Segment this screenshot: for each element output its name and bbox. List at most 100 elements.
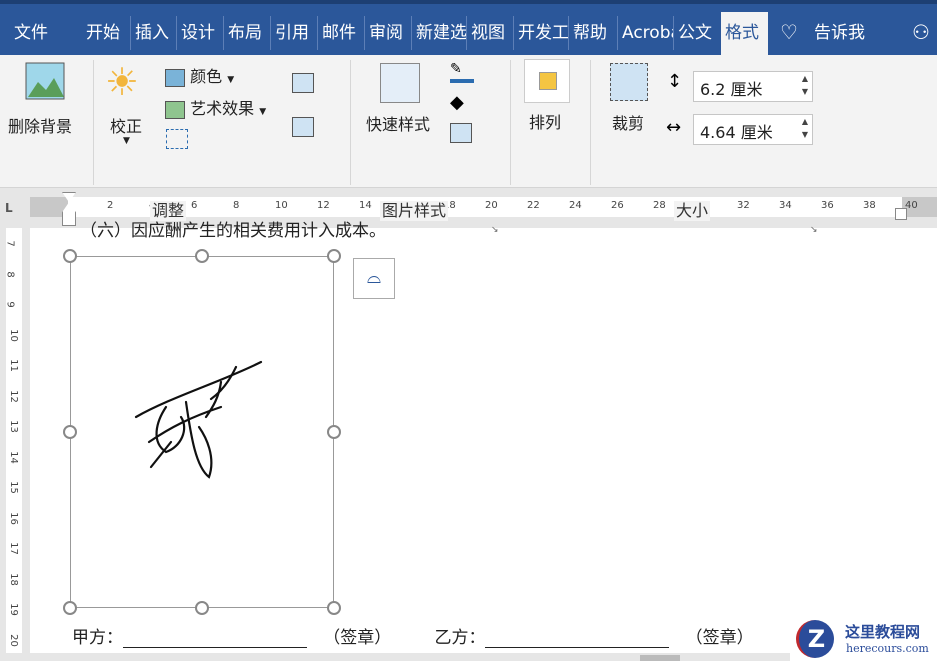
tab-file[interactable]: 文件 xyxy=(10,16,52,50)
picture-layout-icon[interactable] xyxy=(450,123,472,143)
vruler-tick-label: 11 xyxy=(7,359,19,372)
party-b-blank xyxy=(485,632,670,648)
shape-width-input[interactable]: 4.64 厘米 ▲ ▼ xyxy=(693,114,813,145)
ruler-tick-label: 2 xyxy=(107,200,114,211)
artistic-effects-button[interactable]: 艺术效果 ▼ xyxy=(165,95,266,119)
ribbon-tabs: 文件 开始 插入 设计 布局 引用 邮件 审阅 新建选 视图 开发工 帮助 Ac… xyxy=(0,0,937,59)
tab-home[interactable]: 开始 xyxy=(82,16,124,50)
vruler-tick-label: 16 xyxy=(7,511,19,525)
size-dialog-launcher-icon[interactable]: ↘ xyxy=(810,225,818,235)
change-picture-icon[interactable] xyxy=(292,73,314,93)
signature-picture[interactable] xyxy=(63,249,341,615)
picture-effects-icon[interactable]: ◆ xyxy=(450,93,464,113)
remove-background-icon xyxy=(25,62,65,100)
vruler-tick-label: 12 xyxy=(7,389,19,403)
group-size-label: 大小 xyxy=(674,201,711,221)
group-picture-styles-label: 图片样式 xyxy=(380,201,449,221)
tab-selector-icon[interactable]: L xyxy=(5,201,13,215)
ruler-tick-label: 32 xyxy=(737,200,750,211)
vruler-tick-label: 20 xyxy=(7,633,19,647)
ruler-tick-label: 36 xyxy=(821,200,834,211)
resize-handle-bottom-right[interactable] xyxy=(327,601,341,615)
resize-handle-left[interactable] xyxy=(63,425,77,439)
remove-background-button[interactable]: 删除背景 xyxy=(4,60,84,136)
lightbulb-icon: ♡ xyxy=(780,20,798,44)
vruler-tick-label: 15 xyxy=(7,481,19,494)
tab-insert[interactable]: 插入 xyxy=(130,16,173,50)
watermark-logo-icon: Z xyxy=(796,620,834,658)
right-indent-marker[interactable] xyxy=(895,208,907,220)
watermark: Z 这里教程网 herecours.com xyxy=(790,618,937,661)
tell-me[interactable]: 告诉我 xyxy=(810,16,869,50)
color-icon xyxy=(165,68,185,87)
vruler-tick-label: 10 xyxy=(7,328,19,342)
tab-mailings[interactable]: 邮件 xyxy=(317,16,360,50)
vruler-tick-label: 19 xyxy=(7,603,19,616)
quick-styles-button[interactable]: 快速样式 xyxy=(366,63,441,135)
vruler-tick-label: 14 xyxy=(7,450,19,464)
shape-width-icon: ↔ xyxy=(666,117,682,138)
resize-handle-bottom[interactable] xyxy=(195,601,209,615)
crop-icon xyxy=(610,63,648,101)
ruler-tick-label: 10 xyxy=(275,200,288,211)
vruler-tick-label: 9 xyxy=(4,301,16,308)
artistic-effects-icon xyxy=(165,100,185,119)
tab-review[interactable]: 审阅 xyxy=(364,16,407,50)
tab-developer[interactable]: 开发工 xyxy=(513,16,568,50)
layout-options-button[interactable]: ⌓ xyxy=(353,258,395,299)
ruler-tick-label: 14 xyxy=(359,200,372,211)
resize-handle-top[interactable] xyxy=(195,249,209,263)
ruler-tick-label: 20 xyxy=(485,200,498,211)
vruler-tick-label: 18 xyxy=(7,572,19,586)
clipped-text-line: （六）因应酬产生的相关费用计入成本。 xyxy=(80,221,386,241)
resize-handle-right[interactable] xyxy=(327,425,341,439)
tab-layout[interactable]: 布局 xyxy=(223,16,266,50)
tab-format[interactable]: 格式 xyxy=(721,12,768,59)
shape-height-input[interactable]: 6.2 厘米 ▲ ▼ xyxy=(693,71,813,102)
signature-line: 甲方： （签章） 乙方： （签章） xyxy=(72,628,754,648)
resize-handle-top-left[interactable] xyxy=(63,249,77,263)
vruler-tick-label: 7 xyxy=(4,240,16,247)
ruler-tick-label: 12 xyxy=(317,200,330,211)
tab-gongwen[interactable]: 公文 xyxy=(673,16,716,50)
ruler-tick-label: 8 xyxy=(233,200,240,211)
tab-design[interactable]: 设计 xyxy=(176,16,219,50)
tab-acrobat[interactable]: Acrobat xyxy=(617,16,673,50)
layout-options-icon: ⌓ xyxy=(366,267,382,288)
ribbon: 删除背景 ☀ 校正 ▼ 颜色 ▼ 艺术效果 ▼ 调整 快速样式 ✎ ◆ 图片样式… xyxy=(0,55,937,235)
ruler-tick-label: 6 xyxy=(191,200,198,211)
ruler-tick-label: 22 xyxy=(527,200,540,211)
signature-image xyxy=(134,360,263,479)
document-page[interactable]: （六）因应酬产生的相关费用计入成本。 ⌓ 甲方： （签章） 乙方： （签章） xyxy=(30,221,937,653)
vruler-tick-label: 8 xyxy=(4,270,16,278)
color-button[interactable]: 颜色 ▼ xyxy=(165,63,234,87)
corrections-button[interactable]: ☀ 校正 ▼ xyxy=(105,60,150,146)
arrange-icon xyxy=(524,59,570,103)
group-adjust-label: 调整 xyxy=(150,201,187,221)
picture-border-icon[interactable]: ✎ xyxy=(450,61,474,83)
share-user-icon[interactable]: ⚇ xyxy=(912,20,930,44)
ruler-tick-label: 24 xyxy=(569,200,582,211)
arrange-button[interactable]: 排列 xyxy=(524,59,572,132)
sun-icon: ☀ xyxy=(105,60,140,104)
dialog-launcher-icon[interactable]: ↘ xyxy=(491,225,499,235)
tab-help[interactable]: 帮助 xyxy=(568,16,611,50)
crop-button[interactable]: 裁剪 xyxy=(610,63,655,133)
shape-height-icon: ↕ xyxy=(667,71,683,92)
tab-view[interactable]: 视图 xyxy=(466,16,509,50)
tab-new[interactable]: 新建选 xyxy=(411,16,466,50)
resize-handle-top-right[interactable] xyxy=(327,249,341,263)
tab-references[interactable]: 引用 xyxy=(270,16,313,50)
ruler-tick-label: 28 xyxy=(653,200,666,211)
ruler-tick-label: 38 xyxy=(863,200,876,211)
reset-picture-icon[interactable] xyxy=(292,117,314,137)
compress-pictures-icon[interactable] xyxy=(166,129,188,149)
vruler-tick-label: 13 xyxy=(7,420,19,433)
quick-styles-icon xyxy=(380,63,420,103)
vruler-tick-label: 17 xyxy=(7,542,19,555)
party-a-blank xyxy=(123,632,307,648)
ruler-tick-label: 34 xyxy=(779,200,792,211)
resize-handle-bottom-left[interactable] xyxy=(63,601,77,615)
vertical-ruler[interactable]: 7 8 9 10 11 12 13 14 15 16 17 18 19 20 xyxy=(0,228,28,661)
ruler-tick-label: 26 xyxy=(611,200,624,211)
